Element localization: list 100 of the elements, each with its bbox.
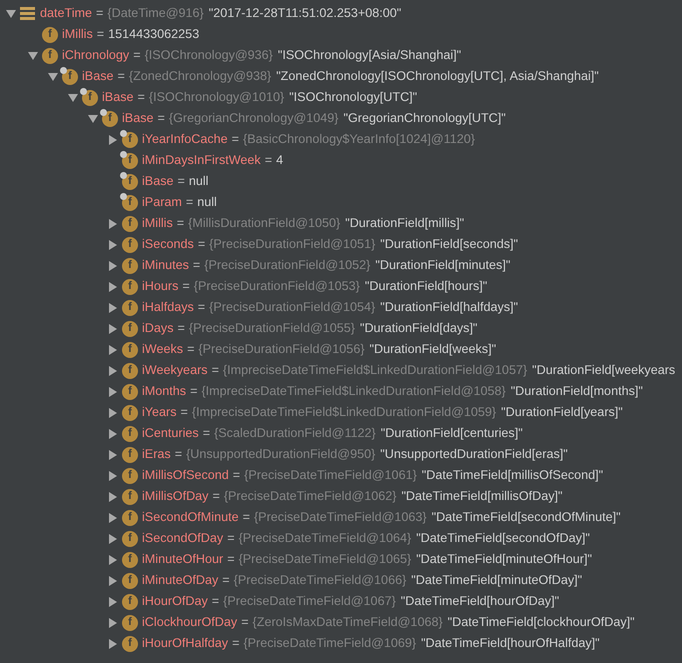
equals-sign: = — [212, 593, 220, 610]
caret-right-icon[interactable] — [109, 324, 117, 334]
caret-right-icon[interactable] — [109, 554, 117, 564]
type-label: {PreciseDateTimeField@1065} — [238, 551, 412, 568]
value-text: "DurationField[weekyears — [532, 362, 676, 380]
equals-sign: = — [158, 110, 165, 128]
caret-right-icon[interactable] — [109, 260, 117, 270]
equals-sign: = — [264, 152, 272, 170]
variable-name: iMonths — [142, 383, 186, 400]
value-text: "DateTimeField[clockhourOfDay]" — [448, 614, 635, 632]
type-label: {ImpreciseDateTimeField$LinkedDurationField@1058} — [201, 383, 506, 400]
equals-sign: = — [242, 509, 250, 526]
caret-right-icon[interactable] — [109, 282, 117, 292]
equals-sign: = — [138, 89, 145, 106]
caret-right-icon[interactable] — [109, 534, 117, 544]
caret-right-icon[interactable] — [109, 576, 117, 586]
variable-name: iDays — [142, 320, 174, 338]
caret-right-icon[interactable] — [109, 596, 117, 606]
value-text: "DurationField[centuries]" — [380, 425, 523, 442]
caret-right-icon[interactable] — [109, 492, 117, 502]
equals-sign: = — [192, 257, 200, 274]
variable-name: iEras — [142, 446, 171, 464]
caret-right-icon[interactable] — [109, 366, 117, 376]
caret-right-icon[interactable] — [109, 218, 117, 228]
variable-name: iMillis — [62, 26, 93, 44]
caret-right-icon[interactable] — [109, 302, 117, 312]
field-badge: f — [122, 278, 138, 294]
variable-name: iSeconds — [142, 236, 194, 254]
caret-right-icon[interactable] — [109, 408, 117, 418]
field-badge: f — [122, 342, 138, 358]
variable-name: iHourOfHalfday — [142, 635, 228, 652]
field-badge: f — [122, 404, 138, 420]
caret-right-icon[interactable] — [109, 638, 117, 648]
caret-right-icon[interactable] — [109, 618, 117, 628]
type-label: {ISOChronology@936} — [144, 47, 273, 64]
variable-name: iMillisOfSecond — [142, 467, 229, 484]
value-text: "DateTimeField[minuteOfDay]" — [411, 572, 582, 590]
type-label: {UnsupportedDurationField@950} — [186, 446, 376, 464]
caret-right-icon[interactable] — [109, 344, 117, 354]
field-badge: f — [122, 636, 138, 652]
caret-right-icon[interactable] — [109, 134, 117, 144]
equals-sign: = — [180, 404, 188, 422]
variable-name: iMinDaysInFirstWeek — [142, 152, 261, 170]
type-label: {MillisDurationField@1050} — [188, 215, 340, 232]
value-text: "DateTimeField[millisOfSecond]" — [422, 467, 604, 484]
equals-sign: = — [190, 383, 198, 400]
caret-right-icon[interactable] — [109, 512, 117, 522]
caret-right-icon[interactable] — [109, 470, 117, 480]
field-badge: f — [122, 152, 138, 168]
caret-down-icon[interactable] — [48, 72, 58, 80]
type-label: {PreciseDurationField@1056} — [198, 341, 365, 358]
caret-down-icon[interactable] — [88, 114, 98, 122]
value-text: null — [197, 194, 217, 212]
caret-right-icon[interactable] — [109, 240, 117, 250]
equals-sign: = — [118, 68, 125, 86]
equals-sign: = — [212, 362, 219, 380]
equals-sign: = — [227, 551, 235, 568]
field-badge: f — [122, 426, 138, 442]
variable-name: iChronology — [62, 47, 130, 64]
equals-sign: = — [198, 299, 206, 316]
field-badge: f — [122, 258, 138, 274]
equals-sign: = — [133, 47, 141, 64]
field-badge: f — [122, 530, 138, 546]
equals-sign: = — [232, 467, 240, 484]
value-text: "DurationField[millis]" — [345, 215, 464, 232]
value-text: null — [188, 173, 208, 190]
variable-name: iMillis — [142, 215, 173, 232]
field-badge: f — [122, 614, 138, 630]
value-text: "DateTimeField[millisOfDay]" — [401, 488, 562, 506]
field-badge: f — [122, 552, 138, 568]
caret-right-icon[interactable] — [109, 450, 117, 460]
value-text: "DateTimeField[secondOfDay]" — [416, 530, 590, 548]
variable-name: iBase — [82, 68, 114, 86]
type-label: {ScaledDurationField@1122} — [214, 425, 376, 442]
type-label: {ZeroIsMaxDateTimeField@1068} — [252, 614, 443, 632]
caret-right-icon[interactable] — [109, 386, 117, 396]
type-label: {PreciseDurationField@1055} — [188, 320, 355, 338]
variable-name: iYears — [142, 404, 177, 422]
field-badge: f — [122, 236, 138, 252]
field-badge: f — [122, 362, 138, 378]
caret-right-icon[interactable] — [109, 428, 117, 438]
equals-sign: = — [232, 131, 240, 148]
caret-down-icon[interactable] — [6, 10, 16, 18]
value-text: "DurationField[seconds]" — [380, 236, 518, 254]
value-text: "UnsupportedDurationField[eras]" — [380, 446, 568, 464]
field-badge: f — [102, 110, 118, 126]
type-label: {PreciseDateTimeField@1064} — [238, 530, 412, 548]
value-text: 1514433062253 — [108, 26, 200, 44]
caret-down-icon[interactable] — [28, 52, 38, 60]
value-text: "DurationField[years]" — [501, 404, 623, 422]
variable-name: iWeekyears — [142, 362, 208, 380]
type-label: {PreciseDateTimeField@1063} — [254, 509, 427, 526]
value-text: "DurationField[months]" — [510, 383, 643, 400]
variable-name: dateTime — [40, 5, 92, 22]
field-badge: f — [122, 510, 138, 526]
value-text: "ISOChronology[UTC]" — [289, 89, 418, 106]
caret-down-icon[interactable] — [68, 94, 78, 102]
equals-sign: = — [241, 614, 249, 632]
variable-name: iClockhourOfDay — [142, 614, 238, 632]
variable-name: iHours — [142, 278, 178, 296]
